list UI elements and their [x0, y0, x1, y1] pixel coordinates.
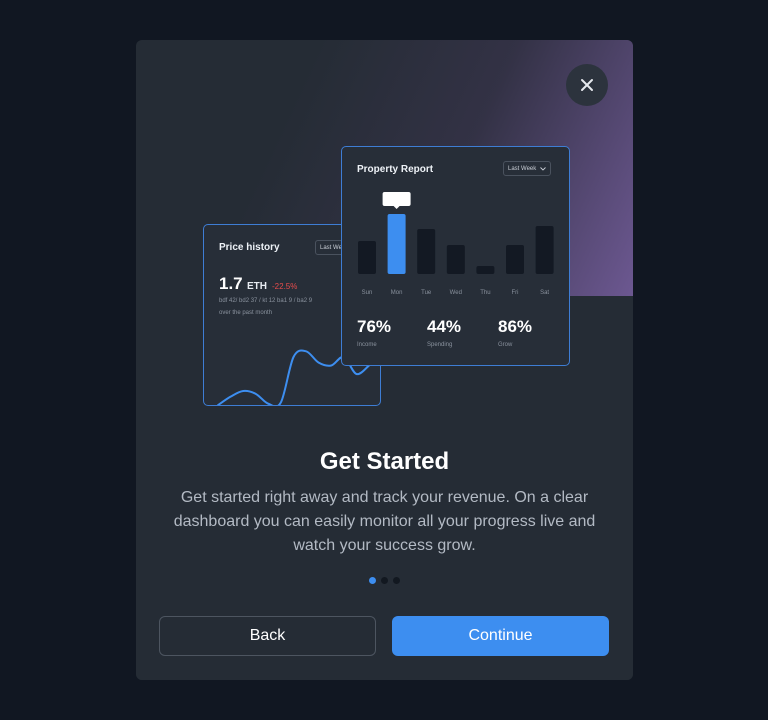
day-label-sat: Sat	[540, 290, 550, 296]
day-label-mon: Mon	[390, 290, 403, 296]
income-label: Income	[357, 342, 377, 348]
pagination-dot-3[interactable]	[393, 577, 400, 584]
grow-label: Grow	[498, 342, 513, 348]
grow-value: 86%	[498, 317, 533, 336]
bar-sat	[535, 226, 554, 274]
income-value: 76%	[357, 317, 392, 336]
spending-value: 44%	[427, 317, 462, 336]
onboarding-modal: Price history Last Week 1.7 ETH -22.5% b…	[136, 40, 633, 680]
day-label-wed: Wed	[449, 290, 462, 296]
description-text: Get started right away and track your re…	[173, 489, 596, 554]
close-icon	[581, 79, 593, 91]
continue-button[interactable]: Continue	[392, 616, 609, 656]
price-unit: ETH	[247, 281, 267, 292]
bar-thu	[476, 266, 495, 274]
price-meta-line-2: over the past month	[219, 310, 273, 316]
bar-tue	[417, 229, 436, 274]
bar-sun	[358, 241, 376, 274]
pagination-dots	[369, 577, 400, 584]
pagination-dot-1[interactable]	[369, 577, 376, 584]
price-value: 1.7	[219, 274, 243, 293]
continue-button-label: Continue	[468, 627, 533, 644]
price-meta-line-1: bdf 42/ bd2 37 / kt 12 ba1 9 / ba2 9	[219, 298, 313, 304]
day-label-sun: Sun	[361, 290, 373, 296]
day-label-thu: Thu	[480, 290, 491, 296]
day-label-fri: Fri	[511, 290, 519, 296]
weekly-bar-chart	[358, 192, 554, 274]
page-title: Get Started	[319, 448, 450, 475]
property-report-card: Property Report Last Week Sun Mon Tue Wed Th…	[341, 146, 570, 366]
back-button-label: Back	[249, 627, 286, 644]
close-button[interactable]	[566, 64, 608, 106]
price-card-title: Price history	[219, 242, 280, 253]
price-change: -22.5%	[272, 282, 298, 291]
day-label-tue: Tue	[421, 290, 432, 296]
spending-label: Spending	[427, 342, 453, 348]
pagination-dot-2[interactable]	[381, 577, 388, 584]
bar-fri	[506, 245, 524, 274]
back-button[interactable]: Back	[159, 616, 376, 656]
bar-wed	[446, 245, 465, 274]
bar-tooltip	[382, 192, 411, 206]
bar-mon	[387, 214, 406, 274]
bar-tooltip-pointer	[393, 206, 400, 209]
